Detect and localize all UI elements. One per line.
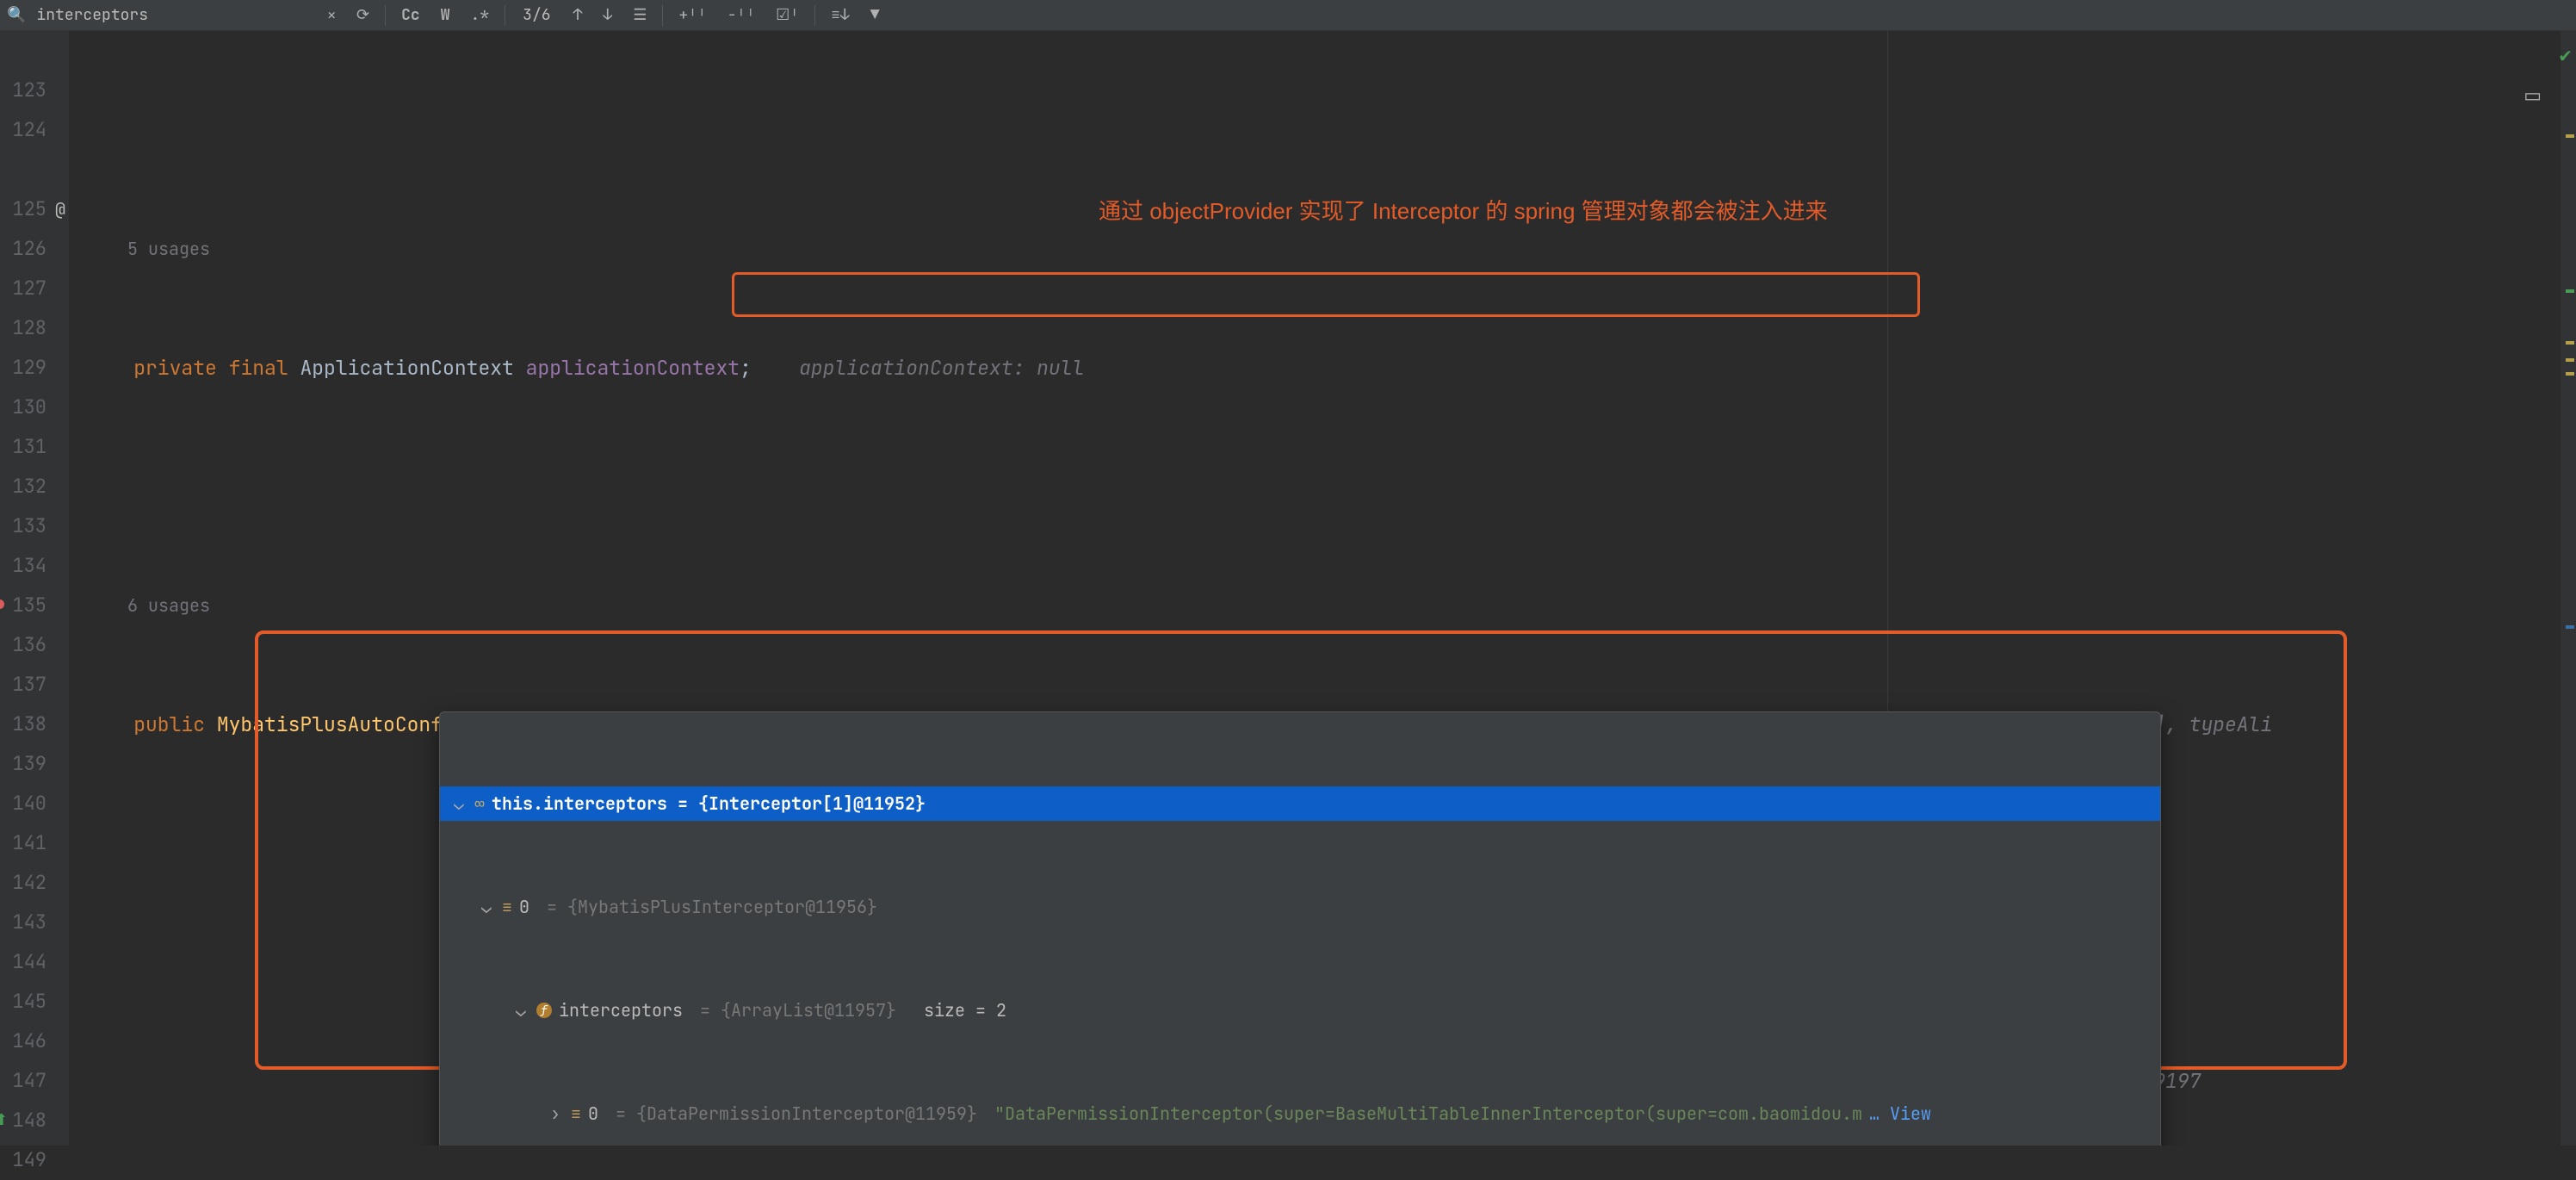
code-line: private final ApplicationContext applica… <box>69 348 2576 388</box>
add-selection-icon[interactable]: +ᴵᴵ <box>673 3 711 27</box>
usage-hint: 6 usages <box>127 594 210 617</box>
code-area[interactable]: ▭ 5 usages private final ApplicationCont… <box>69 31 2576 1146</box>
prev-match-icon[interactable]: ↑ <box>568 3 588 27</box>
clear-search-icon[interactable]: ✕ <box>322 4 341 26</box>
search-input[interactable] <box>36 5 312 25</box>
usage-hint: 5 usages <box>127 238 210 260</box>
popup-row[interactable]: ⌄f interceptors = {ArrayList@11957} size… <box>440 993 2160 1028</box>
search-bar: 🔍 ✕ ⟳ Cc W .* 3/6 ↑ ↓ ☰ +ᴵᴵ -ᴵᴵ ☑ᴵ ≡↓ ▼ <box>0 0 2576 31</box>
annotation-box-1 <box>732 272 1920 317</box>
error-stripe[interactable]: ✔ <box>2561 31 2576 1146</box>
regex-button[interactable]: .* <box>466 3 495 27</box>
override-gutter-icon[interactable]: ⬆ <box>0 1101 8 1140</box>
array-entry-icon: ≡ <box>571 1096 581 1131</box>
settings-icon[interactable]: ≡↓ <box>826 3 855 27</box>
remove-selection-icon[interactable]: -ᴵᴵ <box>722 3 760 27</box>
gutter: 123 124 125@ 126 127 128 129 130 131 132… <box>0 31 69 1146</box>
select-occurrences-icon[interactable]: ☑ᴵ <box>771 3 804 27</box>
match-count: 3/6 <box>523 5 550 25</box>
next-match-icon[interactable]: ↓ <box>598 3 617 27</box>
popup-row-root[interactable]: ⌄∞ this.interceptors = {Interceptor[1]@1… <box>440 786 2160 821</box>
breakpoint-icon[interactable]: ● <box>0 586 4 625</box>
words-button[interactable]: W <box>436 3 455 27</box>
field-icon: f <box>536 1003 552 1018</box>
reader-mode-icon[interactable]: ▭ <box>2523 76 2542 115</box>
annotation-gutter-icon[interactable]: @ <box>55 189 65 229</box>
popup-row[interactable]: ›≡ 0 = {DataPermissionInterceptor@11959}… <box>440 1096 2160 1131</box>
chinese-annotation: 通过 objectProvider 实现了 Interceptor 的 spri… <box>1099 191 1828 231</box>
search-icon: 🔍 <box>7 5 26 25</box>
array-entry-icon: ≡ <box>502 890 512 924</box>
view-link[interactable]: … View <box>1869 1096 1931 1131</box>
filter-icon[interactable]: ▼ <box>865 3 885 27</box>
match-case-button[interactable]: Cc <box>396 3 425 27</box>
popup-row[interactable]: ⌄≡ 0 = {MybatisPlusInterceptor@11956} <box>440 890 2160 924</box>
pin-icon[interactable]: ⟳ <box>351 3 375 27</box>
inspection-ok-icon[interactable]: ✔ <box>2558 36 2573 76</box>
chain-icon: ∞ <box>474 786 485 821</box>
editor: 123 124 125@ 126 127 128 129 130 131 132… <box>0 31 2576 1146</box>
select-all-icon[interactable]: ☰ <box>628 3 652 27</box>
debug-evaluate-popup: ⌄∞ this.interceptors = {Interceptor[1]@1… <box>439 711 2161 1146</box>
